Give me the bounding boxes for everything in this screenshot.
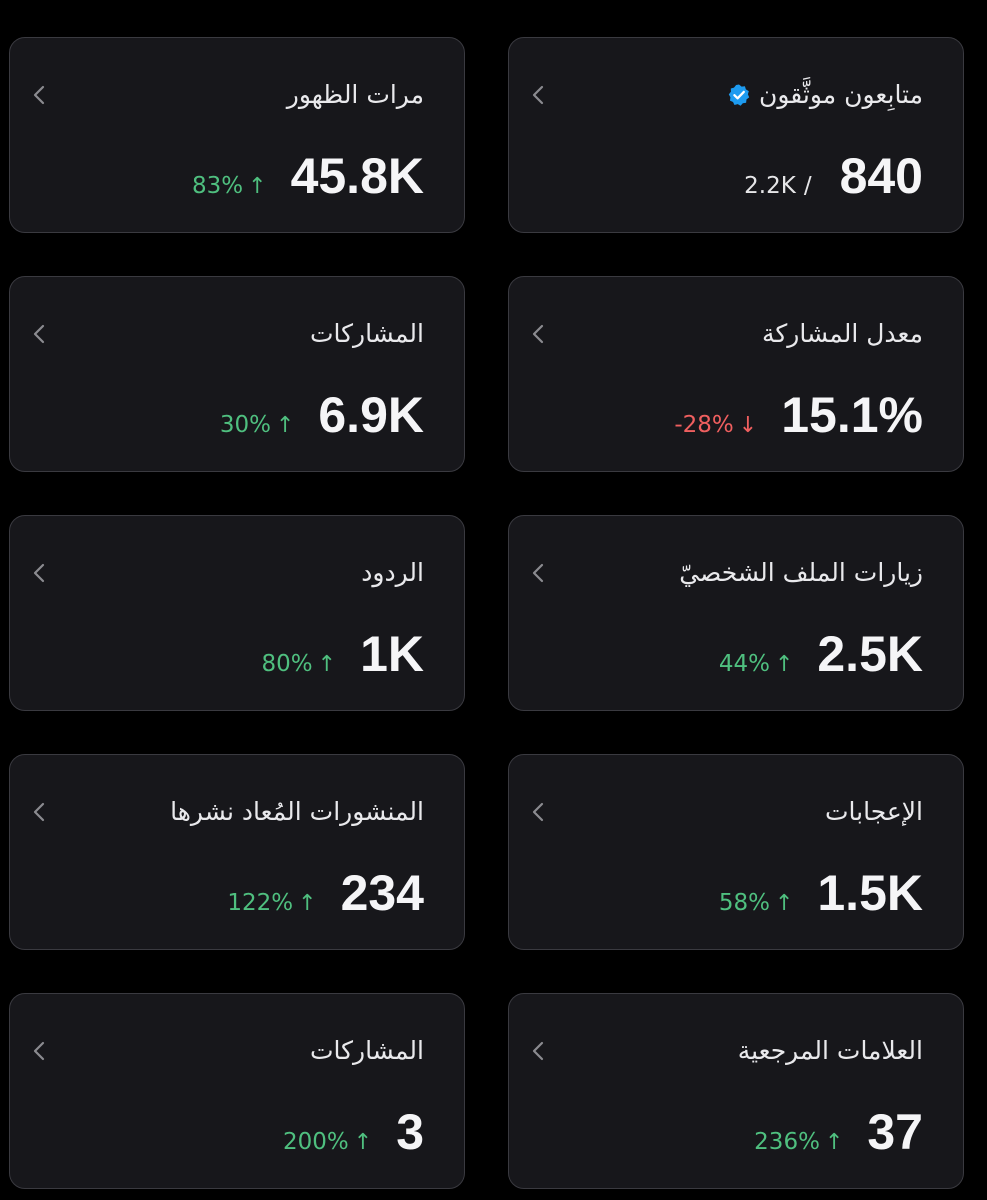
metric-value: 15.1% xyxy=(781,387,923,443)
card-value-row: 44% ↑ 2.5K xyxy=(719,624,923,684)
chevron-left-icon xyxy=(529,323,547,345)
card-title: العلامات المرجعية xyxy=(737,1036,923,1065)
card-title: المشاركات xyxy=(309,1036,424,1065)
arrow-up-icon: ↑ xyxy=(248,174,267,199)
card-header: العلامات المرجعية xyxy=(738,1034,923,1068)
card-title: معدل المشاركة xyxy=(762,319,923,348)
card-title: الإعجابات xyxy=(825,797,923,826)
card-engagements[interactable]: المشاركات 30% ↑ 6.9K xyxy=(9,276,465,472)
change-indicator: 44% ↑ xyxy=(718,651,794,677)
arrow-down-icon: ↓ xyxy=(738,413,758,438)
total-followers: 2.2K / xyxy=(744,173,812,199)
chevron-left-icon xyxy=(30,323,48,345)
metric-value: 3 xyxy=(396,1104,424,1160)
arrow-up-icon: ↑ xyxy=(824,1130,844,1155)
metric-value: 234 xyxy=(340,865,424,921)
card-header: المنشورات المُعاد نشرها xyxy=(170,795,424,829)
card-impressions[interactable]: مرات الظهور 83% ↑ 45.8K xyxy=(9,37,465,233)
card-title: زيارات الملف الشخصيّ xyxy=(679,558,923,587)
card-profile-visits[interactable]: زيارات الملف الشخصيّ 44% ↑ 2.5K xyxy=(508,515,964,711)
card-header: المشاركات xyxy=(310,1034,424,1068)
arrow-up-icon: ↑ xyxy=(317,652,337,677)
card-header: المشاركات xyxy=(310,317,424,351)
card-value-row: 122% ↑ 234 xyxy=(227,863,424,923)
card-verified-followers[interactable]: متابِعون موثَّقون 2.2K/ 840 xyxy=(508,37,964,233)
change-indicator: 30% ↑ xyxy=(219,412,295,438)
arrow-up-icon: ↑ xyxy=(774,652,794,677)
card-title: المشاركات xyxy=(309,319,424,348)
card-value-row: -28% ↓ 15.1% xyxy=(674,385,923,445)
card-shares[interactable]: المشاركات 200% ↑ 3 xyxy=(9,993,465,1189)
card-header: متابِعون موثَّقون xyxy=(727,78,923,112)
change-indicator: 83% ↑ xyxy=(192,173,267,199)
metric-value: 1.5K xyxy=(817,865,923,921)
card-value-row: 2.2K/ 840 xyxy=(744,146,923,206)
arrow-up-icon: ↑ xyxy=(774,891,794,916)
card-reposts[interactable]: المنشورات المُعاد نشرها 122% ↑ 234 xyxy=(9,754,465,950)
chevron-left-icon xyxy=(30,1040,48,1062)
change-indicator: 58% ↑ xyxy=(718,890,794,916)
metric-value: 840 xyxy=(839,148,923,204)
card-header: زيارات الملف الشخصيّ xyxy=(679,556,923,590)
chevron-left-icon xyxy=(30,801,48,823)
card-value-row: 30% ↑ 6.9K xyxy=(220,385,424,445)
card-value-row: 80% ↑ 1K xyxy=(262,624,424,684)
card-title: المنشورات المُعاد نشرها xyxy=(170,797,424,826)
card-value-row: 200% ↑ 3 xyxy=(283,1102,424,1162)
change-indicator: 236% ↑ xyxy=(754,1129,844,1155)
chevron-left-icon xyxy=(529,801,547,823)
metric-value: 45.8K xyxy=(290,148,424,204)
card-title: متابِعون موثَّقون xyxy=(759,80,923,109)
card-value-row: 58% ↑ 1.5K xyxy=(719,863,923,923)
arrow-up-icon: ↑ xyxy=(275,413,295,438)
card-header: الإعجابات xyxy=(825,795,923,829)
metric-value: 37 xyxy=(867,1104,923,1160)
change-indicator: 122% ↑ xyxy=(227,890,317,916)
card-replies[interactable]: الردود 80% ↑ 1K xyxy=(9,515,465,711)
card-value-row: 236% ↑ 37 xyxy=(754,1102,923,1162)
chevron-left-icon xyxy=(30,84,48,106)
card-header: الردود xyxy=(361,556,424,590)
chevron-left-icon xyxy=(529,84,547,106)
card-bookmarks[interactable]: العلامات المرجعية 236% ↑ 37 xyxy=(508,993,964,1189)
change-indicator: 200% ↑ xyxy=(282,1129,373,1155)
card-likes[interactable]: الإعجابات 58% ↑ 1.5K xyxy=(508,754,964,950)
metric-value: 6.9K xyxy=(318,387,424,443)
chevron-left-icon xyxy=(529,562,547,584)
metric-value: 2.5K xyxy=(817,626,923,682)
change-indicator: -28% ↓ xyxy=(674,412,758,438)
chevron-left-icon xyxy=(30,562,48,584)
card-title: مرات الظهور xyxy=(286,80,424,109)
card-header: معدل المشاركة xyxy=(762,317,923,351)
card-engagement-rate[interactable]: معدل المشاركة -28% ↓ 15.1% xyxy=(508,276,964,472)
change-indicator: 80% ↑ xyxy=(261,651,337,677)
card-header: مرات الظهور xyxy=(287,78,424,112)
metric-value: 1K xyxy=(360,626,424,682)
arrow-up-icon: ↑ xyxy=(353,1130,373,1155)
verified-badge-icon xyxy=(727,83,751,107)
chevron-left-icon xyxy=(529,1040,547,1062)
card-title: الردود xyxy=(361,558,424,587)
arrow-up-icon: ↑ xyxy=(298,891,317,916)
card-value-row: 83% ↑ 45.8K xyxy=(192,146,424,206)
